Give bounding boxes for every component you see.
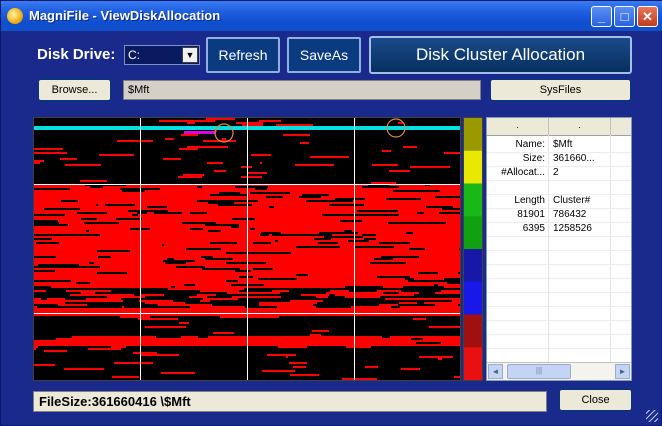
highlighted-cluster-segment	[184, 131, 216, 134]
grid-row-line	[487, 320, 631, 321]
grid-row[interactable]: 81901 786432	[487, 209, 631, 223]
grid-header-col-2[interactable]: .	[549, 118, 611, 135]
scroll-left-icon[interactable]: ◄	[488, 364, 503, 379]
resize-grip-icon[interactable]	[646, 410, 658, 422]
grid-cell-label: Name:	[515, 139, 545, 150]
grid-row[interactable]: Size: 361660...	[487, 153, 631, 167]
legend-swatch	[464, 216, 482, 250]
refresh-button[interactable]: Refresh	[206, 37, 280, 73]
grid-cell-label: #Allocat...	[501, 167, 545, 178]
saveas-button[interactable]: SaveAs	[287, 37, 361, 73]
grid-row-line	[487, 236, 631, 237]
grid-row[interactable]: Length Cluster#	[487, 195, 631, 209]
legend-canvas	[464, 118, 482, 380]
close-window-button[interactable]: ✕	[637, 6, 658, 27]
browse-button[interactable]: Browse...	[38, 79, 111, 101]
map-column-divider	[247, 118, 248, 380]
grid-row[interactable]: 6395 1258526	[487, 223, 631, 237]
grid-row-line	[487, 278, 631, 279]
grid-cell-value: 786432	[553, 209, 587, 220]
grid-cell-value: $Mft	[553, 139, 573, 150]
grid-cell-label: 6395	[522, 223, 545, 234]
grid-cell-value: 2	[553, 167, 559, 178]
disk-drive-value: C:	[128, 48, 140, 62]
grid-header-col-1[interactable]: .	[487, 118, 549, 135]
grid-cell-label: Length	[514, 195, 545, 206]
grid-row-line	[487, 264, 631, 265]
grid-row-line	[487, 292, 631, 293]
grid-cell-value: 361660...	[553, 153, 595, 164]
grid-header: . .	[487, 118, 631, 136]
legend-swatch	[464, 150, 482, 184]
grid-row-line	[487, 194, 631, 195]
grid-row-line	[487, 222, 631, 223]
grid-row-line	[487, 152, 631, 153]
scroll-right-icon[interactable]: ►	[615, 364, 630, 379]
grid-row-line	[487, 208, 631, 209]
app-logo-icon	[7, 8, 23, 24]
allocation-map-canvas	[34, 118, 460, 380]
minimize-button[interactable]: _	[591, 6, 612, 27]
dropdown-arrow-icon[interactable]: ▼	[182, 47, 198, 63]
legend-swatch	[464, 281, 482, 315]
maximize-button[interactable]: □	[614, 6, 635, 27]
status-bar: FileSize:361660416 \$Mft	[33, 391, 547, 412]
grid-cell-value: Cluster#	[553, 195, 591, 206]
close-button[interactable]: Close	[559, 389, 632, 411]
map-column-divider	[140, 118, 141, 380]
grid-horizontal-scrollbar[interactable]: ◄ ||| ►	[487, 362, 631, 380]
application-window: MagniFile - ViewDiskAllocation _ □ ✕ Dis…	[0, 0, 662, 426]
disk-drive-label: Disk Drive:	[37, 46, 116, 63]
grid-row-line	[487, 334, 631, 335]
file-path-field[interactable]: $Mft	[123, 80, 481, 100]
grid-cell-label: 81901	[517, 209, 545, 220]
title-bar[interactable]: MagniFile - ViewDiskAllocation _ □ ✕	[1, 1, 662, 31]
legend-swatch	[464, 118, 482, 152]
grid-cell-value: 1258526	[553, 223, 592, 234]
grid-cell-label: Size:	[522, 153, 545, 164]
disk-allocation-map[interactable]	[33, 117, 461, 381]
sysfiles-button[interactable]: SysFiles	[490, 79, 631, 101]
scroll-thumb[interactable]: |||	[507, 364, 571, 379]
grid-row-line	[487, 306, 631, 307]
grid-row[interactable]	[487, 181, 631, 195]
grid-row-line	[487, 348, 631, 349]
map-row-divider	[34, 313, 460, 314]
disk-cluster-allocation-button[interactable]: Disk Cluster Allocation	[369, 36, 632, 74]
grid-row-line	[487, 166, 631, 167]
map-row-divider	[34, 184, 460, 185]
file-info-grid[interactable]: . . Name: $Mft Size: 361660... #Allocat... 2 L…	[486, 117, 632, 381]
disk-drive-select[interactable]: C: ▼	[124, 45, 200, 65]
legend-swatch	[464, 249, 482, 283]
color-legend-bar	[463, 117, 483, 381]
grid-row-line	[487, 180, 631, 181]
legend-swatch	[464, 183, 482, 217]
window-title: MagniFile - ViewDiskAllocation	[29, 8, 221, 23]
grid-row[interactable]: Name: $Mft	[487, 139, 631, 153]
grid-row[interactable]: #Allocat... 2	[487, 167, 631, 181]
map-column-divider	[354, 118, 355, 380]
legend-swatch	[464, 347, 482, 380]
grid-row-line	[487, 250, 631, 251]
legend-swatch	[464, 314, 482, 348]
